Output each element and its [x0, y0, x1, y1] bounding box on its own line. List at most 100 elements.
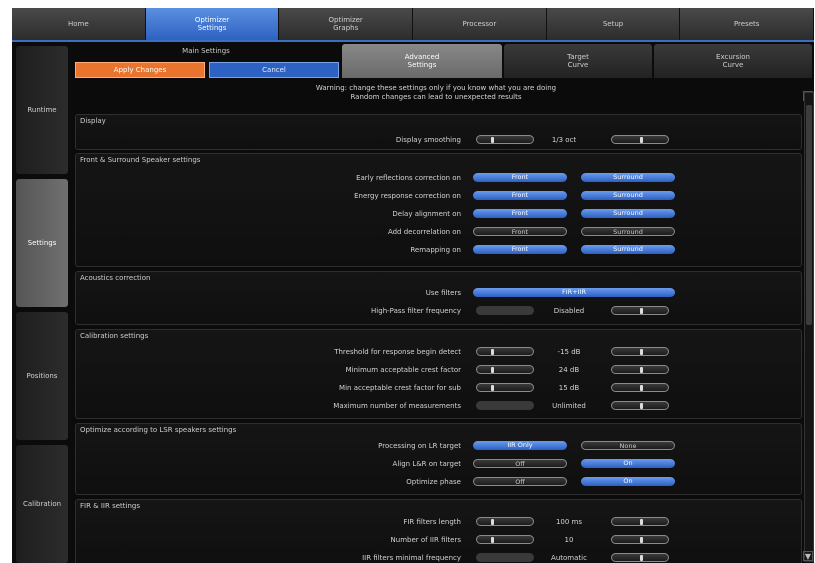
- scrollbar[interactable]: [804, 92, 814, 562]
- row-label: Processing on LR target: [378, 442, 461, 450]
- row-label: High-Pass filter frequency: [371, 307, 461, 315]
- use-filters-row: Use filters FIR+IIR: [76, 288, 801, 300]
- increase-slider[interactable]: [611, 383, 669, 392]
- front-toggle[interactable]: Front: [473, 227, 567, 236]
- decrease-slider[interactable]: [476, 383, 534, 392]
- increase-slider[interactable]: [611, 517, 669, 526]
- front-toggle[interactable]: Front: [473, 173, 567, 182]
- tab-optimizer-settings[interactable]: Optimizer Settings: [145, 8, 280, 40]
- section-title: Front & Surround Speaker settings: [80, 156, 201, 164]
- scroll-down-arrow[interactable]: ▼: [803, 551, 813, 561]
- hp-increase-slider[interactable]: [611, 306, 669, 315]
- high-pass-row: High-Pass filter frequency Disabled: [76, 306, 801, 318]
- on-option[interactable]: On: [581, 477, 675, 486]
- display-section: Display Display smoothing 1/3 oct: [75, 114, 802, 150]
- decrease-slider[interactable]: [476, 347, 534, 356]
- sidebar-item-runtime[interactable]: Runtime: [16, 46, 68, 174]
- front-toggle[interactable]: Front: [473, 209, 567, 218]
- iir-min-freq-value: Automatic: [551, 554, 587, 562]
- sidebar-item-positions[interactable]: Positions: [16, 312, 68, 440]
- min-crest-sub-row: Min acceptable crest factor for sub 15 d…: [76, 383, 801, 395]
- decrease-slider[interactable]: [476, 517, 534, 526]
- app-window: Home Optimizer Settings Optimizer Graphs…: [12, 8, 814, 563]
- threshold-row: Threshold for response begin detect -15 …: [76, 347, 801, 359]
- sidebar: Runtime Settings Positions Calibration: [12, 44, 70, 563]
- align-lr-row: Align L&R on target Off On: [76, 459, 801, 471]
- slider-knob: [640, 308, 643, 314]
- decrease-slider[interactable]: [476, 553, 534, 562]
- warning-line-1: Warning: change these settings only if y…: [315, 84, 557, 92]
- scrollbar-thumb[interactable]: [806, 105, 812, 325]
- sidebar-item-settings[interactable]: Settings: [16, 179, 68, 307]
- iir-min-freq-row: IIR filters minimal frequency Automatic: [76, 553, 801, 563]
- tab-presets[interactable]: Presets: [680, 8, 814, 40]
- slider-knob: [491, 537, 494, 543]
- display-smoothing-row: Display smoothing 1/3 oct: [76, 135, 801, 147]
- row-label: Number of IIR filters: [390, 536, 461, 544]
- surround-toggle[interactable]: Surround: [581, 209, 675, 218]
- increase-slider[interactable]: [611, 365, 669, 374]
- increase-slider[interactable]: [611, 553, 669, 562]
- front-toggle[interactable]: Front: [473, 191, 567, 200]
- row-label: Display smoothing: [395, 136, 461, 144]
- smoothing-value: 1/3 oct: [551, 136, 577, 144]
- optimize-phase-row: Optimize phase Off On: [76, 477, 801, 489]
- surround-toggle[interactable]: Surround: [581, 245, 675, 254]
- smoothing-increase-slider[interactable]: [611, 135, 669, 144]
- tab-target-curve[interactable]: Target Curve: [504, 44, 652, 78]
- surround-toggle[interactable]: Surround: [581, 191, 675, 200]
- tab-home[interactable]: Home: [12, 8, 146, 40]
- slider-knob: [640, 519, 643, 525]
- increase-slider[interactable]: [611, 347, 669, 356]
- lsr-settings-section: Optimize according to LSR speakers setti…: [75, 423, 802, 495]
- surround-toggle[interactable]: Surround: [581, 173, 675, 182]
- row-label: IIR filters minimal frequency: [362, 554, 461, 562]
- decrease-slider[interactable]: [476, 535, 534, 544]
- slider-knob: [640, 555, 643, 561]
- tab-processor[interactable]: Processor: [413, 8, 547, 40]
- slider-knob: [640, 537, 643, 543]
- min-crest-sub-value: 15 dB: [558, 384, 580, 392]
- decrease-slider[interactable]: [476, 401, 534, 410]
- hp-decrease-slider[interactable]: [476, 306, 534, 315]
- main-settings-group: Main Settings Apply Changes Cancel: [72, 44, 340, 82]
- smoothing-decrease-slider[interactable]: [476, 135, 534, 144]
- row-label: Delay alignment on: [392, 210, 461, 218]
- row-label: Energy response correction on: [354, 192, 461, 200]
- off-option[interactable]: Off: [473, 459, 567, 468]
- tab-excursion-curve[interactable]: Excursion Curve: [654, 44, 812, 78]
- decrease-slider[interactable]: [476, 365, 534, 374]
- increase-slider[interactable]: [611, 401, 669, 410]
- iir-only-option[interactable]: IIR Only: [473, 441, 567, 450]
- tab-optimizer-graphs[interactable]: Optimizer Graphs: [279, 8, 414, 40]
- row-label: Add decorrelation on: [387, 228, 461, 236]
- increase-slider[interactable]: [611, 535, 669, 544]
- none-option[interactable]: None: [581, 441, 675, 450]
- surround-toggle[interactable]: Surround: [581, 227, 675, 236]
- top-navigation: Home Optimizer Settings Optimizer Graphs…: [12, 8, 814, 42]
- tab-setup[interactable]: Setup: [546, 8, 681, 40]
- sidebar-item-calibration[interactable]: Calibration: [16, 445, 68, 563]
- front-toggle[interactable]: Front: [473, 245, 567, 254]
- section-title: Display: [80, 117, 106, 125]
- tab-advanced-settings[interactable]: Advanced Settings: [342, 44, 502, 78]
- threshold-value: -15 dB: [557, 348, 581, 356]
- slider-knob: [640, 349, 643, 355]
- fir-length-value: 100 ms: [555, 518, 583, 526]
- row-label: Remapping on: [410, 246, 461, 254]
- apply-changes-button[interactable]: Apply Changes: [75, 62, 205, 78]
- section-title: Optimize according to LSR speakers setti…: [80, 426, 237, 434]
- section-title: Acoustics correction: [80, 274, 151, 282]
- add-decorrelation-row: Add decorrelation on Front Surround: [76, 227, 801, 239]
- min-crest-row: Minimum acceptable crest factor 24 dB: [76, 365, 801, 377]
- cancel-button[interactable]: Cancel: [209, 62, 339, 78]
- fir-iir-settings-section: FIR & IIR settings FIR filters length 10…: [75, 499, 802, 563]
- slider-knob: [491, 367, 494, 373]
- use-filters-select[interactable]: FIR+IIR: [473, 288, 675, 297]
- sub-tabs: Main Settings Apply Changes Cancel Advan…: [72, 44, 814, 82]
- processing-lr-row: Processing on LR target IIR Only None: [76, 441, 801, 453]
- row-label: Use filters: [425, 289, 461, 297]
- off-option[interactable]: Off: [473, 477, 567, 486]
- fir-length-row: FIR filters length 100 ms: [76, 517, 801, 529]
- on-option[interactable]: On: [581, 459, 675, 468]
